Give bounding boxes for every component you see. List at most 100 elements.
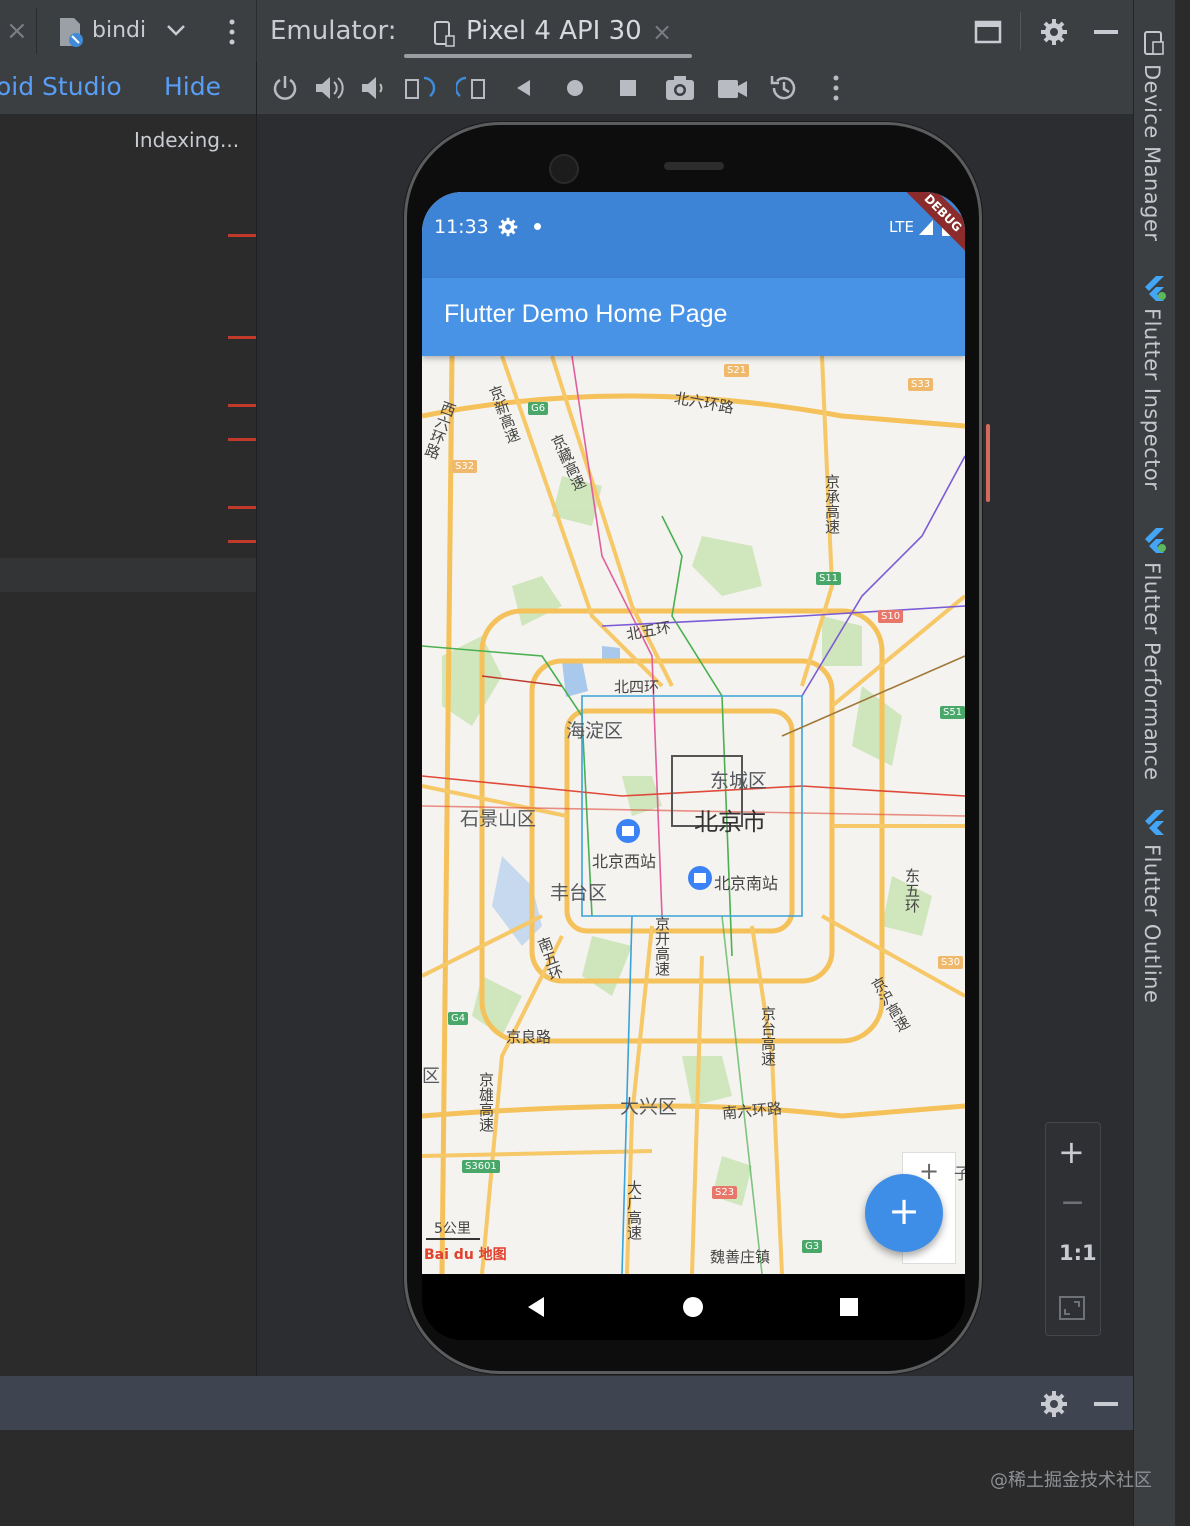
chevron-down-icon[interactable] — [164, 18, 188, 42]
left-panel — [0, 62, 256, 1376]
settings-gear-icon[interactable] — [1040, 1390, 1068, 1418]
volume-down-icon[interactable] — [360, 74, 386, 102]
map-road-label: 京台高速 — [759, 1006, 777, 1066]
map-label-beijing: 北京市 — [694, 808, 766, 836]
android-nav-bar — [422, 1274, 965, 1340]
close-icon[interactable]: × — [6, 16, 28, 46]
record-video-icon[interactable] — [716, 74, 748, 102]
map-highway-shield: G4 — [448, 1012, 469, 1025]
map-highway-shield: S51 — [940, 706, 965, 719]
zoom-1-1-button[interactable]: 1:1 — [1059, 1241, 1097, 1265]
map-scale-bar — [426, 1238, 480, 1240]
signal-icon — [918, 218, 934, 236]
home-icon[interactable] — [566, 79, 584, 97]
indexing-status: Indexing... — [134, 128, 240, 152]
tab-pixel-4-api-30[interactable]: Pixel 4 API 30 × — [404, 0, 692, 62]
tab-flutter-outline[interactable]: Flutter Outline — [1140, 844, 1164, 1003]
minimize-icon[interactable] — [1094, 1402, 1118, 1406]
map-label-fengtai: 丰台区 — [550, 882, 608, 904]
error-marker — [228, 506, 256, 509]
tab-close-icon[interactable]: × — [652, 18, 672, 46]
map-partial-label: 区 — [422, 1066, 440, 1087]
baidu-logo: Bai du 地图 — [424, 1247, 507, 1263]
network-type: LTE — [889, 218, 914, 236]
volume-up-icon[interactable] — [314, 74, 344, 102]
overview-icon[interactable] — [619, 79, 637, 97]
flutter-config-icon — [56, 16, 86, 48]
map-highway-shield: S30 — [938, 956, 964, 969]
error-marker — [228, 438, 256, 441]
map-highway-shield: S11 — [816, 572, 842, 585]
fit-screen-icon[interactable] — [1058, 1295, 1086, 1321]
emulator-zoom-panel: + − 1:1 — [1045, 1122, 1101, 1336]
hide-link[interactable]: Hide — [164, 72, 221, 101]
more-vertical-icon[interactable] — [228, 18, 236, 46]
error-marker — [228, 234, 256, 237]
app-title: Flutter Demo Home Page — [444, 300, 728, 328]
device-icon — [432, 20, 456, 48]
bottom-panel-header — [0, 1376, 1133, 1430]
map-road-label: 北四环 — [614, 678, 660, 696]
power-icon[interactable] — [272, 74, 298, 102]
zoom-out-button[interactable]: − — [1060, 1185, 1085, 1220]
nav-overview-icon[interactable] — [840, 1298, 858, 1316]
flutter-icon — [1142, 808, 1168, 836]
map-label-haidian: 海淀区 — [566, 720, 624, 742]
map-highway-shield: G6 — [528, 402, 549, 415]
map-highway-shield: G3 — [802, 1240, 823, 1253]
snapshot-history-icon[interactable] — [768, 72, 800, 104]
watermark: @稀土掘金技术社区 — [990, 1470, 1152, 1491]
map-highway-shield: S33 — [908, 378, 934, 391]
earpiece-speaker — [664, 162, 724, 170]
map-station-beijing-south: 北京南站 — [714, 874, 779, 893]
map-station-beijing-west: 北京西站 — [592, 852, 657, 871]
front-camera — [549, 154, 579, 184]
nav-back-icon[interactable] — [526, 1296, 546, 1318]
minimize-icon[interactable] — [1094, 30, 1118, 34]
map-place-label: 魏善庄镇 — [710, 1248, 771, 1266]
device-manager-icon — [1141, 30, 1167, 58]
map-partial-label: 子 — [954, 1164, 965, 1183]
notice-link[interactable]: oid Studio — [0, 72, 122, 101]
zoom-in-button[interactable]: + — [1058, 1133, 1085, 1171]
map-road-label: 东五环 — [903, 868, 921, 913]
window-edge — [1175, 0, 1190, 1526]
top-toolbar: × bindi Emulator: Pixel 4 API 30 × — [0, 0, 1133, 63]
phone-screen: 海淀区 东城区 北京市 石景山区 丰台区 大兴区 北京西站 北京南站 北六环路 … — [422, 192, 965, 1274]
active-tab-indicator — [404, 54, 692, 58]
more-options-icon[interactable] — [832, 74, 840, 102]
tab-device-manager[interactable]: Device Manager — [1140, 64, 1164, 242]
app-bar: Flutter Demo Home Page — [422, 278, 965, 356]
window-mode-icon[interactable] — [974, 18, 1002, 46]
map-highway-shield: S32 — [452, 460, 478, 473]
back-icon[interactable] — [514, 78, 534, 98]
emulator-label: Emulator: — [270, 16, 397, 46]
error-marker — [228, 336, 256, 339]
rotate-left-icon[interactable] — [404, 74, 436, 102]
map-road-label: 京雄高速 — [477, 1072, 495, 1132]
map-label-dongcheng: 东城区 — [710, 770, 768, 792]
tab-flutter-inspector[interactable]: Flutter Inspector — [1140, 308, 1164, 490]
settings-gear-icon[interactable] — [1040, 18, 1068, 46]
map-highway-shield: S3601 — [462, 1160, 500, 1173]
run-config-name[interactable]: bindi — [92, 18, 146, 43]
map-label-shijingshan: 石景山区 — [460, 808, 537, 830]
map-scale-label: 5公里 — [434, 1221, 471, 1237]
notification-dot-icon — [534, 223, 541, 230]
map-road-label: 京良路 — [506, 1028, 552, 1046]
screenshot-camera-icon[interactable] — [664, 74, 696, 102]
rotate-right-icon[interactable] — [454, 74, 488, 102]
map-road-label: 京开高速 — [653, 916, 671, 976]
map-highway-shield: S10 — [878, 610, 904, 623]
floating-add-button[interactable]: + — [865, 1174, 943, 1252]
flutter-icon — [1142, 274, 1168, 302]
status-time: 11:33 — [434, 216, 489, 238]
phone-side-button[interactable] — [986, 424, 990, 502]
baidu-map[interactable]: 海淀区 东城区 北京市 石景山区 丰台区 大兴区 北京西站 北京南站 北六环路 … — [422, 356, 965, 1274]
map-highway-shield: S23 — [712, 1186, 738, 1199]
nav-home-icon[interactable] — [683, 1297, 703, 1317]
android-status-bar: 11:33 LTE DEBUG — [422, 192, 965, 278]
tab-flutter-performance[interactable]: Flutter Performance — [1140, 562, 1164, 781]
map-road-label: 京承高速 — [823, 474, 841, 534]
settings-notification-icon — [498, 217, 518, 237]
